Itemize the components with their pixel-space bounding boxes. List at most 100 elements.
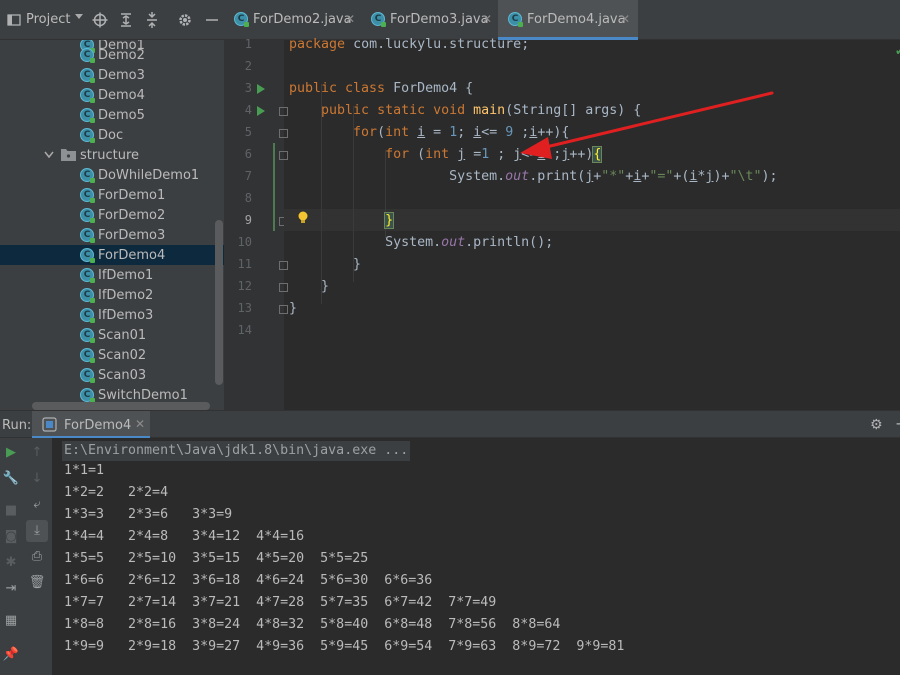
- tree-item[interactable]: C Doc: [0, 125, 224, 145]
- code-line-4: public static void main(String[] args) {: [321, 103, 642, 118]
- layout-icon[interactable]: ▦: [0, 610, 22, 632]
- close-icon[interactable]: ✕: [482, 12, 492, 26]
- close-icon[interactable]: ✕: [620, 12, 630, 26]
- tree-folder-structure[interactable]: structure: [0, 145, 224, 165]
- fold-marker[interactable]: [279, 261, 288, 270]
- package-folder-icon: [61, 149, 76, 161]
- java-class-icon: C: [80, 208, 95, 223]
- java-class-icon: C: [234, 12, 249, 27]
- code-line-5: for(int i = 1; i<= 9 ;i++){: [353, 125, 570, 140]
- fold-marker[interactable]: [279, 129, 288, 138]
- tree-item[interactable]: C Scan01: [0, 325, 224, 345]
- run-label: Run:: [2, 418, 32, 433]
- expand-all-icon[interactable]: [118, 12, 134, 28]
- project-tree: C Demo1 C Demo2 C Demo3 C Demo4 C Demo5 …: [0, 40, 224, 410]
- tree-item[interactable]: C ForDemo2: [0, 205, 224, 225]
- java-class-icon: C: [508, 12, 523, 27]
- tree-item[interactable]: C IfDemo1: [0, 265, 224, 285]
- debug-icon[interactable]: ✱: [0, 552, 22, 574]
- tree-horizontal-scrollbar[interactable]: [32, 402, 210, 410]
- java-class-icon: C: [80, 188, 95, 203]
- project-folder-icon[interactable]: [6, 12, 22, 28]
- wrench-icon[interactable]: 🔧: [0, 468, 22, 490]
- output-line: 1*5=5 2*5=10 3*5=15 4*5=20 5*5=25: [64, 551, 369, 566]
- fold-marker[interactable]: [279, 283, 288, 292]
- camera-icon[interactable]: ◙: [0, 526, 22, 548]
- console-output[interactable]: E:\Environment\Java\jdk1.8\bin\java.exe …: [52, 438, 900, 675]
- code-line-12: }: [289, 279, 330, 294]
- run-tool-window-header: Run: ForDemo4 ✕ ⚙ −: [0, 410, 900, 439]
- exit-icon[interactable]: ⇥: [0, 578, 22, 600]
- code-line-6: for (int j =1 ; j<=i ;j++){: [385, 146, 603, 163]
- editor-tab-bar: C ForDemo2.java ✕ C ForDemo3.java ✕ C Fo…: [224, 0, 900, 40]
- rerun-icon[interactable]: ▶: [0, 442, 22, 464]
- tree-item[interactable]: C IfDemo2: [0, 285, 224, 305]
- tab-fordemo3[interactable]: C ForDemo3.java ✕: [361, 0, 498, 40]
- run-main-icon[interactable]: [257, 106, 265, 116]
- scroll-up-icon[interactable]: ↑: [26, 442, 48, 464]
- chevron-down-icon[interactable]: [75, 14, 83, 19]
- lightbulb-icon[interactable]: [298, 211, 308, 224]
- tree-item[interactable]: C IfDemo3: [0, 305, 224, 325]
- java-class-icon: C: [371, 12, 386, 27]
- stop-icon[interactable]: ■: [0, 500, 22, 522]
- java-class-icon: C: [80, 108, 95, 123]
- tree-item[interactable]: C Scan03: [0, 365, 224, 385]
- fold-marker[interactable]: [279, 305, 288, 314]
- chevron-down-icon[interactable]: [44, 151, 54, 159]
- project-tool-window-header: Project: [0, 0, 224, 40]
- print-icon[interactable]: ⎙: [26, 546, 48, 568]
- run-class-icon[interactable]: [257, 84, 265, 94]
- code-line-7: System.out.print(j+"*"+i+"="+(i*j)+"\t")…: [289, 169, 778, 184]
- java-class-icon: C: [80, 168, 95, 183]
- soft-wrap-icon[interactable]: ⤶: [26, 494, 48, 516]
- run-toolbar: ▶ 🔧 ■ ◙ ✱ ⇥ ▦ 📌 ↑ ↓ ⤶ ⤓ ⎙ 🗑: [0, 438, 52, 675]
- gear-icon[interactable]: [177, 12, 193, 28]
- code-editor[interactable]: 1 2 3 4 5 6 7 8 9 10 11 12 13 14 package…: [224, 37, 900, 410]
- tree-item[interactable]: C Demo2: [0, 45, 224, 65]
- pin-icon[interactable]: 📌: [0, 644, 22, 666]
- gear-icon[interactable]: ⚙: [870, 417, 883, 433]
- java-class-icon: C: [80, 128, 95, 143]
- scroll-down-icon[interactable]: ↓: [26, 468, 48, 490]
- output-line: 1*3=3 2*3=6 3*3=9: [64, 507, 233, 522]
- console-command-line: E:\Environment\Java\jdk1.8\bin\java.exe …: [62, 441, 411, 461]
- tab-fordemo4[interactable]: C ForDemo4.java ✕: [498, 0, 638, 40]
- scroll-to-end-icon[interactable]: ⤓: [26, 520, 48, 542]
- tree-item[interactable]: C Demo4: [0, 85, 224, 105]
- run-tab-fordemo4[interactable]: ForDemo4 ✕: [32, 411, 150, 439]
- inspection-ok-icon[interactable]: ✔: [895, 44, 900, 58]
- code-line-1: package com.luckylu.structure;: [289, 37, 530, 52]
- code-line-13: }: [289, 301, 298, 316]
- java-class-icon: C: [80, 308, 95, 323]
- tree-item[interactable]: C DoWhileDemo1: [0, 165, 224, 185]
- java-class-icon: C: [80, 248, 95, 263]
- project-view-label[interactable]: Project: [26, 12, 70, 27]
- tree-item[interactable]: C Demo5: [0, 105, 224, 125]
- java-class-icon: C: [80, 228, 95, 243]
- java-class-icon: C: [80, 348, 95, 363]
- tree-item[interactable]: C Demo3: [0, 65, 224, 85]
- code-line-11: }: [289, 257, 362, 272]
- close-icon[interactable]: ✕: [135, 417, 145, 431]
- tree-item-selected[interactable]: C ForDemo4: [0, 245, 224, 265]
- tree-item[interactable]: C ForDemo1: [0, 185, 224, 205]
- output-line: 1*7=7 2*7=14 3*7=21 4*7=28 5*7=35 6*7=42…: [64, 595, 497, 610]
- fold-marker[interactable]: [279, 107, 288, 116]
- trash-icon[interactable]: 🗑: [26, 572, 48, 594]
- tab-fordemo2[interactable]: C ForDemo2.java ✕: [224, 0, 361, 40]
- output-line: 1*1=1: [64, 463, 105, 478]
- java-run-config-icon: [42, 417, 57, 432]
- collapse-all-icon[interactable]: [144, 12, 160, 28]
- tree-item[interactable]: C ForDemo3: [0, 225, 224, 245]
- fold-marker[interactable]: [279, 151, 288, 160]
- locate-icon[interactable]: [92, 12, 108, 28]
- close-icon[interactable]: ✕: [345, 12, 355, 26]
- tree-vertical-scrollbar[interactable]: [215, 220, 223, 385]
- tree-item[interactable]: C Scan02: [0, 345, 224, 365]
- minimize-icon[interactable]: −: [895, 414, 900, 433]
- java-class-icon: C: [80, 388, 95, 403]
- minimize-icon[interactable]: [204, 12, 220, 28]
- code-line-3: public class ForDemo4 {: [289, 81, 474, 96]
- output-line: 1*2=2 2*2=4: [64, 485, 169, 500]
